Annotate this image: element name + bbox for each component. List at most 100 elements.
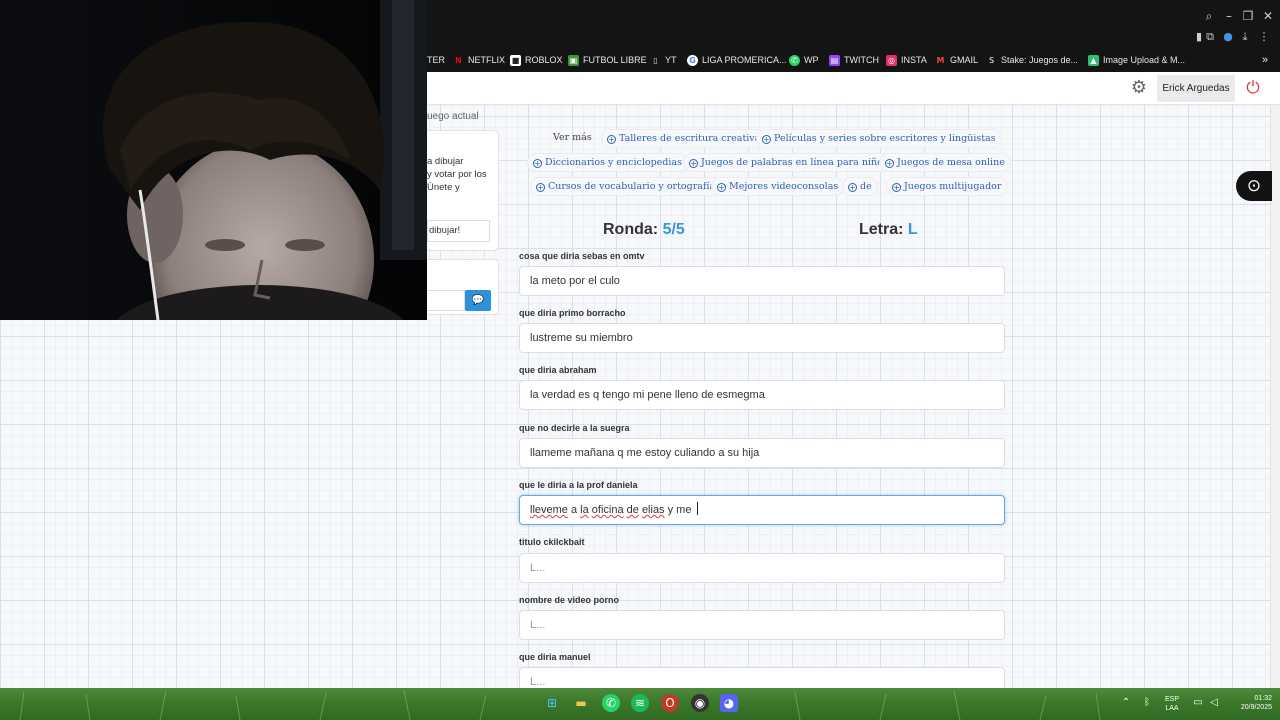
- game-info-card: a dibujar y votar por los Únete y dibuja…: [427, 130, 499, 251]
- plus-icon: +: [717, 183, 726, 192]
- bookmark-futbol-libre[interactable]: ▣ FUTBOL LIBRE: [568, 52, 647, 68]
- game-info-line: a dibujar: [427, 156, 464, 167]
- clock-time: 01:32: [1254, 695, 1272, 702]
- bookmark-wp[interactable]: ✆ WP: [789, 52, 819, 68]
- volume-icon[interactable]: ◁: [1208, 697, 1220, 709]
- bluetooth-icon[interactable]: ᛒ: [1141, 697, 1153, 709]
- answer-field-active[interactable]: lleveme a la oficina de elias y me: [519, 495, 1005, 525]
- draw-game-field[interactable]: dibujar!: [427, 220, 490, 242]
- page-icon: ▯: [653, 55, 658, 65]
- related-search-chip[interactable]: + Juegos de mesa online: [879, 153, 1011, 172]
- round-indicator: Ronda: 5/5: [603, 221, 685, 239]
- letter-indicator: Letra: L: [859, 221, 918, 239]
- whatsapp-icon: ✆: [789, 54, 800, 66]
- bookmark-insta[interactable]: ◎ INSTA: [886, 52, 927, 68]
- answer-field[interactable]: L...: [519, 667, 1005, 688]
- webcam-overlay: [0, 0, 427, 320]
- current-game-label: uego actual: [427, 111, 479, 122]
- answer-text: elias: [641, 504, 665, 516]
- language-indicator[interactable]: ESP LAA: [1160, 695, 1184, 713]
- power-icon[interactable]: ⏻: [1243, 78, 1263, 98]
- gmail-icon: M: [936, 55, 945, 65]
- user-name-button[interactable]: Erick Arguedas: [1157, 75, 1235, 102]
- profile-icon[interactable]: ●: [1221, 30, 1235, 44]
- answer-text: la: [580, 504, 589, 516]
- answer-field[interactable]: lustreme su miembro: [519, 323, 1005, 353]
- related-search-chip[interactable]: + Talleres de escritura creativa: [601, 129, 767, 148]
- bookmark-twitch[interactable]: ▤ TWITCH: [829, 52, 879, 68]
- related-search-chip[interactable]: + Películas y series sobre escritores y l…: [756, 129, 1002, 148]
- gear-icon[interactable]: ⚙: [1129, 78, 1149, 98]
- spotify-icon[interactable]: ≋: [631, 694, 649, 712]
- plus-icon: +: [607, 135, 616, 144]
- menu-icon[interactable]: ⋮: [1257, 30, 1271, 44]
- app-header: [427, 72, 1280, 105]
- question-label: que no decirle a la suegra: [519, 423, 630, 433]
- download-icon[interactable]: ⤓: [1238, 30, 1252, 44]
- image-upload-icon: ▲: [1088, 54, 1099, 66]
- letter-label: Letra:: [859, 221, 904, 238]
- bookmark-image-upload[interactable]: ▲ Image Upload & M...: [1088, 52, 1185, 68]
- keyboard-layout: LAA: [1165, 705, 1179, 712]
- plus-icon: +: [762, 135, 771, 144]
- whatsapp-icon[interactable]: ✆: [602, 694, 620, 712]
- game-info-text: a dibujar y votar por los Únete y: [427, 155, 493, 194]
- obs-icon[interactable]: ◉: [691, 694, 709, 712]
- related-search-chip[interactable]: + de: [842, 177, 878, 196]
- bookmark-netflix[interactable]: N NETFLIX: [453, 52, 505, 68]
- answer-field[interactable]: la verdad es q tengo mi pene lleno de es…: [519, 380, 1005, 410]
- related-search-chip[interactable]: + Juegos multijugador: [886, 177, 1008, 196]
- related-search-chip[interactable]: + Cursos de vocabulario y ortografía: [530, 177, 722, 196]
- text-caret: [696, 502, 698, 515]
- file-explorer-icon[interactable]: ▬: [572, 694, 590, 712]
- answer-text: y me: [664, 504, 695, 516]
- bookmark-liga[interactable]: G LIGA PROMERICA...: [687, 52, 787, 68]
- webcam-person-image: [0, 0, 427, 320]
- answer-field[interactable]: la meto por el culo: [519, 266, 1005, 296]
- question-label: que le diria a la prof daniela: [519, 480, 638, 490]
- search-icon[interactable]: ⌕: [1201, 8, 1217, 24]
- clock[interactable]: 01:32 20/9/2025: [1226, 694, 1272, 712]
- bookmark-stake[interactable]: S Stake: Juegos de...: [986, 52, 1078, 68]
- answer-field[interactable]: L...: [519, 553, 1005, 583]
- answer-text: de: [626, 504, 639, 516]
- related-search-chip[interactable]: + Mejores videoconsolas: [711, 177, 845, 196]
- ver-mas-label: Ver más: [553, 132, 592, 143]
- round-label: Ronda:: [603, 221, 659, 238]
- tray-chevron-icon[interactable]: ⌃: [1120, 697, 1132, 709]
- round-value: 5/5: [662, 221, 685, 238]
- plus-icon: +: [533, 159, 542, 168]
- bookmark-roblox[interactable]: ■ ROBLOX: [510, 52, 563, 68]
- roblox-icon: ■: [510, 54, 521, 66]
- plus-icon: +: [892, 183, 901, 192]
- chat-input[interactable]: [427, 290, 465, 311]
- opera-icon[interactable]: O: [661, 694, 679, 712]
- extensions-icon[interactable]: ⧉: [1203, 30, 1217, 44]
- bookmarks-overflow-icon[interactable]: »: [1262, 52, 1268, 68]
- netflix-icon: N: [455, 55, 462, 65]
- question-label: que diria manuel: [519, 652, 591, 662]
- restore-icon[interactable]: ❐: [1240, 8, 1256, 24]
- bookmark-gmail[interactable]: M GMAIL: [935, 52, 979, 68]
- chat-card: 💬: [427, 259, 499, 315]
- display-icon[interactable]: ▭: [1192, 697, 1204, 709]
- discord-icon[interactable]: ◕: [720, 694, 738, 712]
- lens-search-icon[interactable]: ⊙: [1236, 171, 1272, 201]
- bookmark-item[interactable]: TER: [427, 52, 445, 68]
- windows-start-icon[interactable]: ⊞: [543, 694, 561, 712]
- minimize-icon[interactable]: –: [1221, 8, 1237, 24]
- bookmark-yt[interactable]: ▯ YT: [650, 52, 676, 68]
- plus-icon: +: [848, 183, 857, 192]
- instagram-icon: ◎: [886, 54, 897, 66]
- answer-field[interactable]: L...: [519, 610, 1005, 640]
- question-label: cosa que diria sebas en omtv: [519, 251, 645, 261]
- answer-field[interactable]: llameme mañana q me estoy culiando a su …: [519, 438, 1005, 468]
- close-icon[interactable]: ✕: [1260, 8, 1276, 24]
- game-info-line: y votar por los: [427, 169, 487, 180]
- plus-icon: +: [689, 159, 698, 168]
- chat-send-button[interactable]: 💬: [465, 290, 491, 311]
- answer-text: a: [567, 504, 581, 516]
- related-search-chip[interactable]: + Diccionarios y enciclopedias: [527, 153, 688, 172]
- related-search-chip[interactable]: + Juegos de palabras en línea para niños: [683, 153, 894, 172]
- futbol-icon: ▣: [568, 54, 579, 66]
